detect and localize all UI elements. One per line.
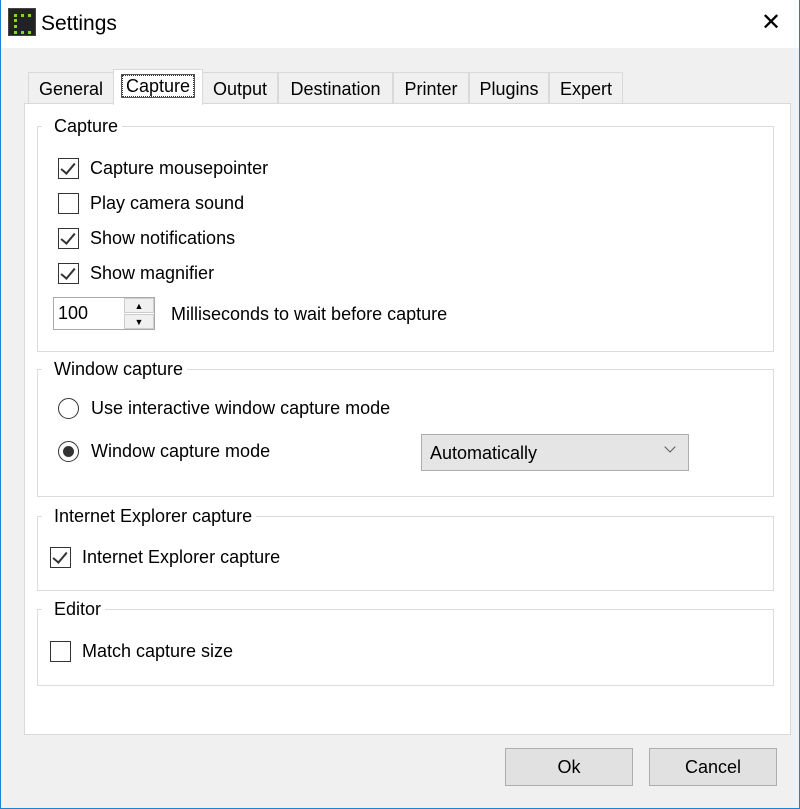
spin-up-icon[interactable]: ▲ bbox=[124, 298, 154, 313]
ie-capture-checkbox[interactable] bbox=[50, 547, 71, 568]
play-camera-sound-checkbox[interactable] bbox=[58, 193, 79, 214]
tab-destination[interactable]: Destination bbox=[278, 72, 393, 104]
interactive-mode-label: Use interactive window capture mode bbox=[91, 398, 391, 418]
editor-group-title: Editor bbox=[42, 599, 106, 620]
show-notifications-checkbox[interactable] bbox=[58, 228, 79, 249]
cancel-button[interactable]: Cancel bbox=[649, 748, 777, 786]
tab-label: General bbox=[38, 79, 104, 99]
tab-label: Destination bbox=[290, 79, 381, 99]
window-capture-mode-radio[interactable] bbox=[58, 441, 79, 462]
window-capture-mode-label: Window capture mode bbox=[91, 441, 271, 461]
ie-capture-group-title: Internet Explorer capture bbox=[42, 506, 257, 527]
show-magnifier-checkbox[interactable] bbox=[58, 263, 79, 284]
delay-spinner[interactable]: 100 ▲ ▼ bbox=[53, 297, 155, 330]
tab-output[interactable]: Output bbox=[202, 72, 278, 104]
capture-mousepointer-label: Capture mousepointer bbox=[90, 158, 269, 178]
ok-button[interactable]: Ok bbox=[505, 748, 633, 786]
app-icon bbox=[8, 8, 36, 36]
tab-label: Expert bbox=[559, 79, 613, 99]
tab-general[interactable]: General bbox=[28, 72, 114, 104]
tab-label: Printer bbox=[404, 79, 458, 99]
ie-capture-label: Internet Explorer capture bbox=[82, 547, 281, 567]
show-notifications-label: Show notifications bbox=[90, 228, 236, 248]
capture-group-title: Capture bbox=[42, 116, 123, 137]
window-capture-group bbox=[37, 369, 774, 497]
window-title: Settings bbox=[41, 12, 117, 35]
window-capture-group-title: Window capture bbox=[42, 359, 188, 380]
dropdown-value: Automatically bbox=[430, 443, 538, 463]
match-capture-size-checkbox[interactable] bbox=[50, 641, 71, 662]
title-bar: Settings ✕ bbox=[1, 0, 799, 48]
chevron-down-icon bbox=[664, 441, 676, 453]
tab-plugins[interactable]: Plugins bbox=[469, 72, 549, 104]
play-camera-sound-label: Play camera sound bbox=[90, 193, 245, 213]
tab-expert[interactable]: Expert bbox=[549, 72, 623, 104]
tab-printer[interactable]: Printer bbox=[393, 72, 469, 104]
tab-capture[interactable]: Capture bbox=[113, 69, 203, 105]
tab-label: Output bbox=[212, 79, 268, 99]
window-capture-mode-dropdown[interactable]: Automatically bbox=[421, 434, 689, 471]
tab-label: Capture bbox=[120, 74, 196, 98]
close-icon[interactable]: ✕ bbox=[751, 6, 791, 40]
tab-label: Plugins bbox=[479, 79, 539, 99]
delay-input[interactable]: 100 bbox=[58, 303, 88, 324]
interactive-mode-radio[interactable] bbox=[58, 398, 79, 419]
capture-mousepointer-checkbox[interactable] bbox=[58, 158, 79, 179]
spin-down-icon[interactable]: ▼ bbox=[124, 314, 154, 329]
show-magnifier-label: Show magnifier bbox=[90, 263, 215, 283]
delay-label: Milliseconds to wait before capture bbox=[171, 304, 448, 324]
match-capture-size-label: Match capture size bbox=[82, 641, 234, 661]
